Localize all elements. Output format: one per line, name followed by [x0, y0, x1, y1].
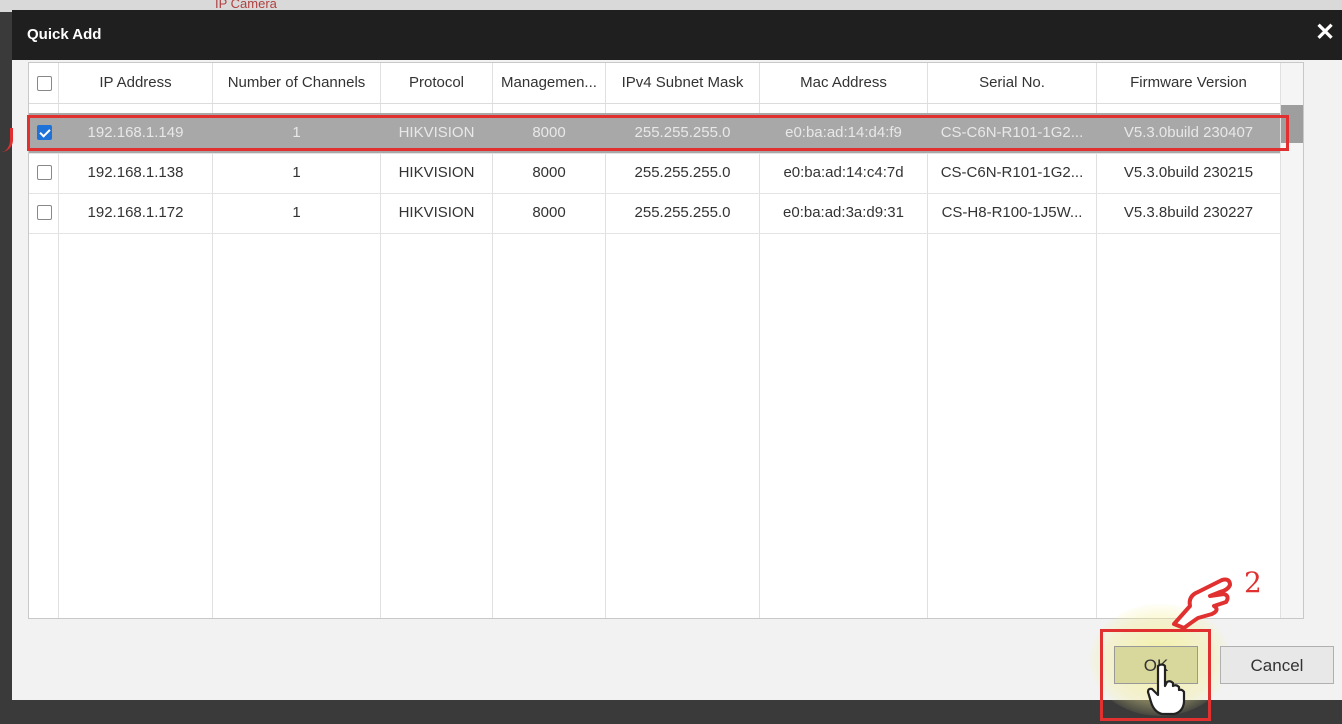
cell-ip: 192.168.1.172: [87, 204, 184, 221]
cell-protocol: HIKVISION: [398, 204, 475, 221]
cell-port: 8000: [532, 204, 566, 221]
cell-mask: 255.255.255.0: [634, 204, 731, 221]
cell-ip: 192.168.1.138: [87, 164, 184, 181]
column-header-serial[interactable]: Serial No.: [928, 63, 1096, 103]
row-checkbox[interactable]: [37, 205, 52, 220]
column-header-protocol[interactable]: Protocol: [381, 63, 492, 103]
cell-channels: 1: [292, 204, 301, 221]
step-number-annotation: 2: [1244, 566, 1262, 599]
cell-mac: e0:ba:ad:3a:d9:31: [783, 204, 904, 221]
column-header-management-port[interactable]: Managemen...: [493, 63, 605, 103]
hand-cursor-icon: [1146, 663, 1186, 716]
table-row[interactable]: 192.168.1.172 1 HIKVISION 8000 255.255.2…: [29, 193, 1303, 234]
column-header-firmware[interactable]: Firmware Version: [1097, 63, 1280, 103]
column-header-channels[interactable]: Number of Channels: [213, 63, 380, 103]
table-row[interactable]: 192.168.1.138 1 HIKVISION 8000 255.255.2…: [29, 153, 1303, 194]
dialog-title: Quick Add: [27, 26, 102, 43]
row-checkbox[interactable]: [37, 165, 52, 180]
selected-row-highlight: [27, 115, 1289, 151]
cell-mask: 255.255.255.0: [634, 164, 731, 181]
select-all-checkbox[interactable]: [37, 76, 52, 91]
cell-serial: CS-C6N-R101-1G2...: [940, 164, 1084, 181]
close-icon[interactable]: ✕: [1312, 20, 1338, 46]
dialog-titlebar: Quick Add ✕: [12, 10, 1342, 60]
cancel-button[interactable]: Cancel: [1220, 646, 1334, 684]
column-header-mac[interactable]: Mac Address: [760, 63, 927, 103]
pointing-hand-icon: [1172, 577, 1232, 630]
cell-firmware: V5.3.8build 230227: [1123, 204, 1254, 221]
cell-port: 8000: [532, 164, 566, 181]
cell-serial: CS-H8-R100-1J5W...: [941, 204, 1083, 221]
column-header-subnet-mask[interactable]: IPv4 Subnet Mask: [606, 63, 759, 103]
cell-firmware: V5.3.0build 230215: [1123, 164, 1254, 181]
column-header-ip[interactable]: IP Address: [59, 63, 212, 103]
cell-channels: 1: [292, 164, 301, 181]
cell-mac: e0:ba:ad:14:c4:7d: [783, 164, 904, 181]
header-divider: [29, 103, 1303, 104]
cell-protocol: HIKVISION: [398, 164, 475, 181]
